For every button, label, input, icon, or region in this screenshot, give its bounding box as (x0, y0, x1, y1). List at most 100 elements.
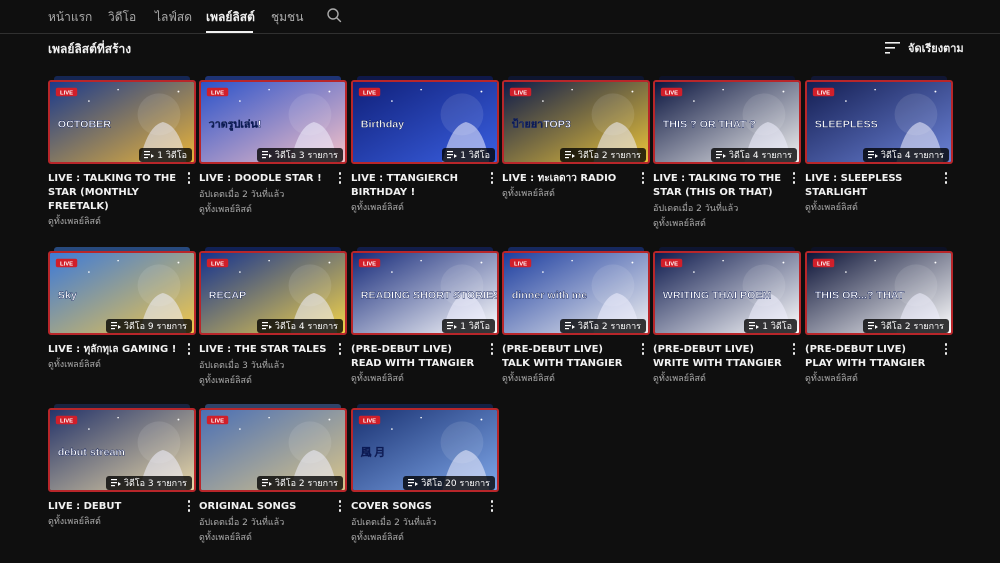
playlist-card[interactable]: LIVE Birthday 1 วิดีโอ LIVE : TTANGIERCH BI… (351, 76, 499, 215)
playlist-title[interactable]: LIVE : DEBUT (48, 500, 196, 514)
playlist-thumbnail[interactable]: LIVE RECAP วิดีโอ 4 รายการ (199, 247, 347, 337)
playlist-title[interactable]: LIVE : DOODLE STAR ! (199, 172, 347, 186)
view-full-playlist-link[interactable]: ดูทั้งเพลย์ลิสต์ (199, 374, 347, 388)
playlist-thumbnail[interactable]: LIVE THIS OR...? THAT วิดีโอ 2 รายการ (805, 247, 953, 337)
more-options-icon[interactable] (638, 171, 648, 185)
more-options-icon[interactable] (335, 342, 345, 356)
playlist-card[interactable]: LIVE RECAP วิดีโอ 4 รายการ LIVE : THE STAR … (199, 247, 347, 388)
playlist-title[interactable]: ORIGINAL SONGS (199, 500, 347, 514)
playlist-title[interactable]: (PRE-DEBUT LIVE) TALK WITH TTANGIER (502, 343, 650, 371)
more-options-icon[interactable] (487, 171, 497, 185)
more-options-icon[interactable] (789, 342, 799, 356)
more-options-icon[interactable] (184, 171, 194, 185)
view-full-playlist-link[interactable]: ดูทั้งเพลย์ลิสต์ (351, 372, 499, 386)
playlist-card[interactable]: LIVE WRITING THAI POEM 1 วิดีโอ (PRE-DEBUT … (653, 247, 801, 386)
playlist-card[interactable]: LIVE debut stream วิดีโอ 3 รายการ LIVE : DE… (48, 404, 196, 529)
playlist-title[interactable]: LIVE : TALKING TO THE STAR (MONTHLY FREE… (48, 172, 196, 214)
video-count-badge: 1 วิดีโอ (744, 319, 797, 333)
view-full-playlist-link[interactable]: ดูทั้งเพลย์ลิสต์ (199, 203, 347, 217)
playlist-title[interactable]: (PRE-DEBUT LIVE) WRITE WITH TTANGIER (653, 343, 801, 371)
video-count-badge: วิดีโอ 2 รายการ (862, 319, 949, 333)
playlist-card[interactable]: LIVE Sky วิดีโอ 9 รายการ LIVE : ทุลักทุเล G… (48, 247, 196, 372)
playlist-icon (867, 322, 878, 330)
playlist-title[interactable]: (PRE-DEBUT LIVE) READ WITH TTANGIER (351, 343, 499, 371)
tab-community[interactable]: ชุมชน (271, 8, 303, 27)
playlist-card[interactable]: LIVE ป้ายยาTOP3 วิดีโอ 2 รายการ LIVE : ทะเล… (502, 76, 650, 201)
playlist-thumbnail[interactable]: LIVE READING SHORT STORIES 1 วิดีโอ (351, 247, 499, 337)
svg-text:LIVE: LIVE (60, 418, 73, 424)
view-full-playlist-link[interactable]: ดูทั้งเพลย์ลิสต์ (502, 187, 650, 201)
more-options-icon[interactable] (184, 499, 194, 513)
more-options-icon[interactable] (335, 499, 345, 513)
thumbnail-text: debut stream (58, 447, 125, 459)
thumbnail-text: WRITING THAI POEM (663, 290, 772, 302)
more-options-icon[interactable] (941, 171, 951, 185)
view-full-playlist-link[interactable]: ดูทั้งเพลย์ลิสต์ (48, 515, 196, 529)
playlist-card[interactable]: LIVE OCTOBER 1 วิดีโอ LIVE : TALKING TO THE… (48, 76, 196, 229)
more-options-icon[interactable] (638, 342, 648, 356)
more-options-icon[interactable] (487, 499, 497, 513)
playlist-title[interactable]: (PRE-DEBUT LIVE) PLAY WITH TTANGIER (805, 343, 953, 371)
more-options-icon[interactable] (184, 342, 194, 356)
thumbnail-text: Birthday (361, 119, 404, 131)
view-full-playlist-link[interactable]: ดูทั้งเพลย์ลิสต์ (805, 372, 953, 386)
video-count: วิดีโอ 2 รายการ (577, 322, 641, 332)
more-options-icon[interactable] (335, 171, 345, 185)
playlist-card[interactable]: LIVE READING SHORT STORIES 1 วิดีโอ (PRE-DE… (351, 247, 499, 386)
svg-text:LIVE: LIVE (211, 261, 224, 267)
svg-text:LIVE: LIVE (211, 418, 224, 424)
playlist-thumbnail[interactable]: LIVE ป้ายยาTOP3 วิดีโอ 2 รายการ (502, 76, 650, 166)
view-full-playlist-link[interactable]: ดูทั้งเพลย์ลิสต์ (653, 217, 801, 231)
playlist-card[interactable]: LIVE THIS ? OR THAT ? วิดีโอ 4 รายการ LIVE … (653, 76, 801, 231)
playlist-title[interactable]: COVER SONGS (351, 500, 499, 514)
tab-playlists[interactable]: เพลย์ลิสต์ (206, 8, 255, 27)
playlist-card[interactable]: LIVE SLEEPLESS วิดีโอ 4 รายการ LIVE : SLEEP… (805, 76, 953, 215)
playlist-title[interactable]: LIVE : TTANGIERCH BIRTHDAY ! (351, 172, 499, 200)
playlist-card[interactable]: LIVE THIS OR...? THAT วิดีโอ 2 รายการ (PRE-… (805, 247, 953, 386)
playlist-thumbnail[interactable]: LIVE Sky วิดีโอ 9 รายการ (48, 247, 196, 337)
playlist-title[interactable]: LIVE : ทะเลดาว RADIO (502, 172, 650, 186)
playlist-thumbnail[interactable]: LIVE OCTOBER 1 วิดีโอ (48, 76, 196, 166)
tab-live[interactable]: ไลฟ์สด (155, 8, 192, 27)
view-full-playlist-link[interactable]: ดูทั้งเพลย์ลิสต์ (805, 201, 953, 215)
playlist-icon (261, 322, 272, 330)
sort-button[interactable]: จัดเรียงตาม (885, 40, 964, 56)
playlist-title[interactable]: LIVE : THE STAR TALES (199, 343, 347, 357)
view-full-playlist-link[interactable]: ดูทั้งเพลย์ลิสต์ (653, 372, 801, 386)
view-full-playlist-link[interactable]: ดูทั้งเพลย์ลิสต์ (351, 531, 499, 545)
playlist-thumbnail[interactable]: LIVE 風 月 วิดีโอ 20 รายการ (351, 404, 499, 494)
view-full-playlist-link[interactable]: ดูทั้งเพลย์ลิสต์ (502, 372, 650, 386)
playlist-title[interactable]: LIVE : TALKING TO THE STAR (THIS OR THAT… (653, 172, 801, 200)
playlist-thumbnail[interactable]: LIVE Birthday 1 วิดีโอ (351, 76, 499, 166)
playlist-card[interactable]: LIVE 風 月 วิดีโอ 20 รายการ COVER SONGS อัปเดต… (351, 404, 499, 545)
view-full-playlist-link[interactable]: ดูทั้งเพลย์ลิสต์ (48, 215, 196, 229)
playlist-icon (110, 479, 121, 487)
playlist-thumbnail[interactable]: LIVE วาดรูปเล่น! วิดีโอ 3 รายการ (199, 76, 347, 166)
playlist-thumbnail[interactable]: LIVE SLEEPLESS วิดีโอ 4 รายการ (805, 76, 953, 166)
playlist-card[interactable]: LIVE dinner with me วิดีโอ 2 รายการ (PRE-DE… (502, 247, 650, 386)
playlist-thumbnail[interactable]: LIVE debut stream วิดีโอ 3 รายการ (48, 404, 196, 494)
playlist-thumbnail[interactable]: LIVE dinner with me วิดีโอ 2 รายการ (502, 247, 650, 337)
playlist-card[interactable]: LIVE วิดีโอ 2 รายการ ORIGINAL SONGS อัปเดตเ… (199, 404, 347, 545)
more-options-icon[interactable] (789, 171, 799, 185)
playlist-card[interactable]: LIVE วาดรูปเล่น! วิดีโอ 3 รายการ LIVE : DOO… (199, 76, 347, 217)
playlist-title[interactable]: LIVE : ทุลักทุเล GAMING ! (48, 343, 196, 357)
tab-home[interactable]: หน้าแรก (48, 8, 92, 27)
video-count: วิดีโอ 20 รายการ (421, 479, 490, 489)
search-icon[interactable] (326, 7, 342, 23)
more-options-icon[interactable] (941, 342, 951, 356)
playlist-thumbnail[interactable]: LIVE THIS ? OR THAT ? วิดีโอ 4 รายการ (653, 76, 801, 166)
video-count-badge: 1 วิดีโอ (139, 148, 192, 162)
video-count-badge: วิดีโอ 4 รายการ (710, 148, 797, 162)
video-count: วิดีโอ 2 รายการ (274, 479, 338, 489)
tab-videos[interactable]: วิดีโอ (108, 8, 136, 27)
video-count: วิดีโอ 2 รายการ (880, 322, 944, 332)
playlist-thumbnail[interactable]: LIVE วิดีโอ 2 รายการ (199, 404, 347, 494)
more-options-icon[interactable] (487, 342, 497, 356)
view-full-playlist-link[interactable]: ดูทั้งเพลย์ลิสต์ (351, 201, 499, 215)
playlist-title[interactable]: LIVE : SLEEPLESS STARLIGHT (805, 172, 953, 200)
view-full-playlist-link[interactable]: ดูทั้งเพลย์ลิสต์ (48, 358, 196, 372)
thumbnail-text: 風 月 (361, 447, 385, 459)
view-full-playlist-link[interactable]: ดูทั้งเพลย์ลิสต์ (199, 531, 347, 545)
playlist-thumbnail[interactable]: LIVE WRITING THAI POEM 1 วิดีโอ (653, 247, 801, 337)
